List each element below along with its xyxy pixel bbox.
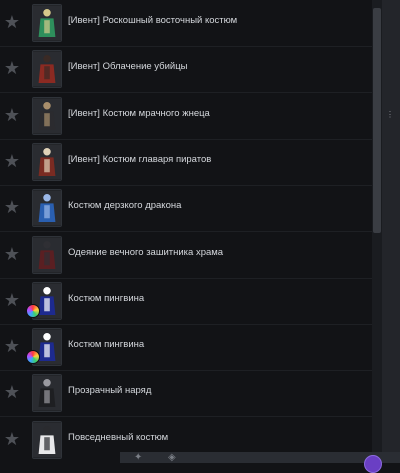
favorite-star-icon[interactable]: ★ [2,105,22,125]
list-item[interactable]: ★ Костюм пингвина [0,324,372,372]
right-panel: ⋮ [382,0,400,463]
item-name: Костюм пингвина [68,339,145,351]
list-item[interactable]: ★ Костюм пингвина [0,278,372,325]
favorite-star-icon[interactable]: ★ [2,12,22,32]
list-item[interactable]: ★ Прозрачный наряд [0,370,372,418]
costume-dark-icon [32,96,62,135]
currency-icon[interactable] [364,455,382,473]
list-item[interactable]: ★ [Ивент] Костюм мрачного жнеца [0,93,372,140]
scrollbar[interactable] [372,0,382,463]
favorite-star-icon[interactable]: ★ [2,290,22,310]
favorite-star-icon[interactable]: ★ [2,429,22,449]
item-name: [Ивент] Облачение убийцы [68,61,188,73]
costume-black-icon [32,374,62,413]
list-item[interactable]: ★ Одеяние вечного зашитника храма [0,232,372,279]
resize-handle-icon[interactable]: ⋮ [386,110,394,119]
costume-green-icon [32,4,62,42]
list-item[interactable]: ★ [Ивент] Облачение убийцы [0,46,372,94]
bottom-toolbar: ✦ ◈ [120,452,400,463]
costume-red-icon [32,50,62,89]
item-name: Одеяние вечного зашитника храма [68,246,224,258]
costume-pirate-icon [32,142,62,181]
list-item[interactable]: ★ [Ивент] Роскошный восточный костюм [0,0,372,47]
item-name: [Ивент] Костюм мрачного жнеца [68,107,210,119]
item-name: [Ивент] Костюм главаря пиратов [68,153,212,165]
favorite-star-icon[interactable]: ★ [2,151,22,171]
item-name: Прозрачный наряд [68,385,152,397]
costume-list: ★ [Ивент] Роскошный восточный костюм ★ [Иве… [0,0,372,463]
favorite-star-icon[interactable]: ★ [2,58,22,78]
costume-blue-icon [32,189,62,228]
costume-red-dark-icon [32,235,62,274]
item-name: Костюм пингвина [68,292,145,304]
list-item[interactable]: ★ [Ивент] Костюм главаря пиратов [0,139,372,186]
color-wheel-badge-icon [26,303,40,318]
costume-white-icon [32,420,62,459]
list-item[interactable]: ★ Костюм дерзкого дракона [0,185,372,233]
scroll-thumb[interactable] [373,8,381,233]
item-name: [Ивент] Роскошный восточный костюм [68,15,238,26]
item-name: Повседневный костюм [68,431,169,443]
sort-icon[interactable]: ◈ [168,452,182,463]
item-name: Костюм дерзкого дракона [68,200,182,212]
color-wheel-badge-icon [26,350,40,365]
favorite-star-icon[interactable]: ★ [2,382,22,402]
filter-icon[interactable]: ✦ [134,452,148,463]
favorite-star-icon[interactable]: ★ [2,197,22,217]
favorite-star-icon[interactable]: ★ [2,244,22,264]
favorite-star-icon[interactable]: ★ [2,336,22,356]
